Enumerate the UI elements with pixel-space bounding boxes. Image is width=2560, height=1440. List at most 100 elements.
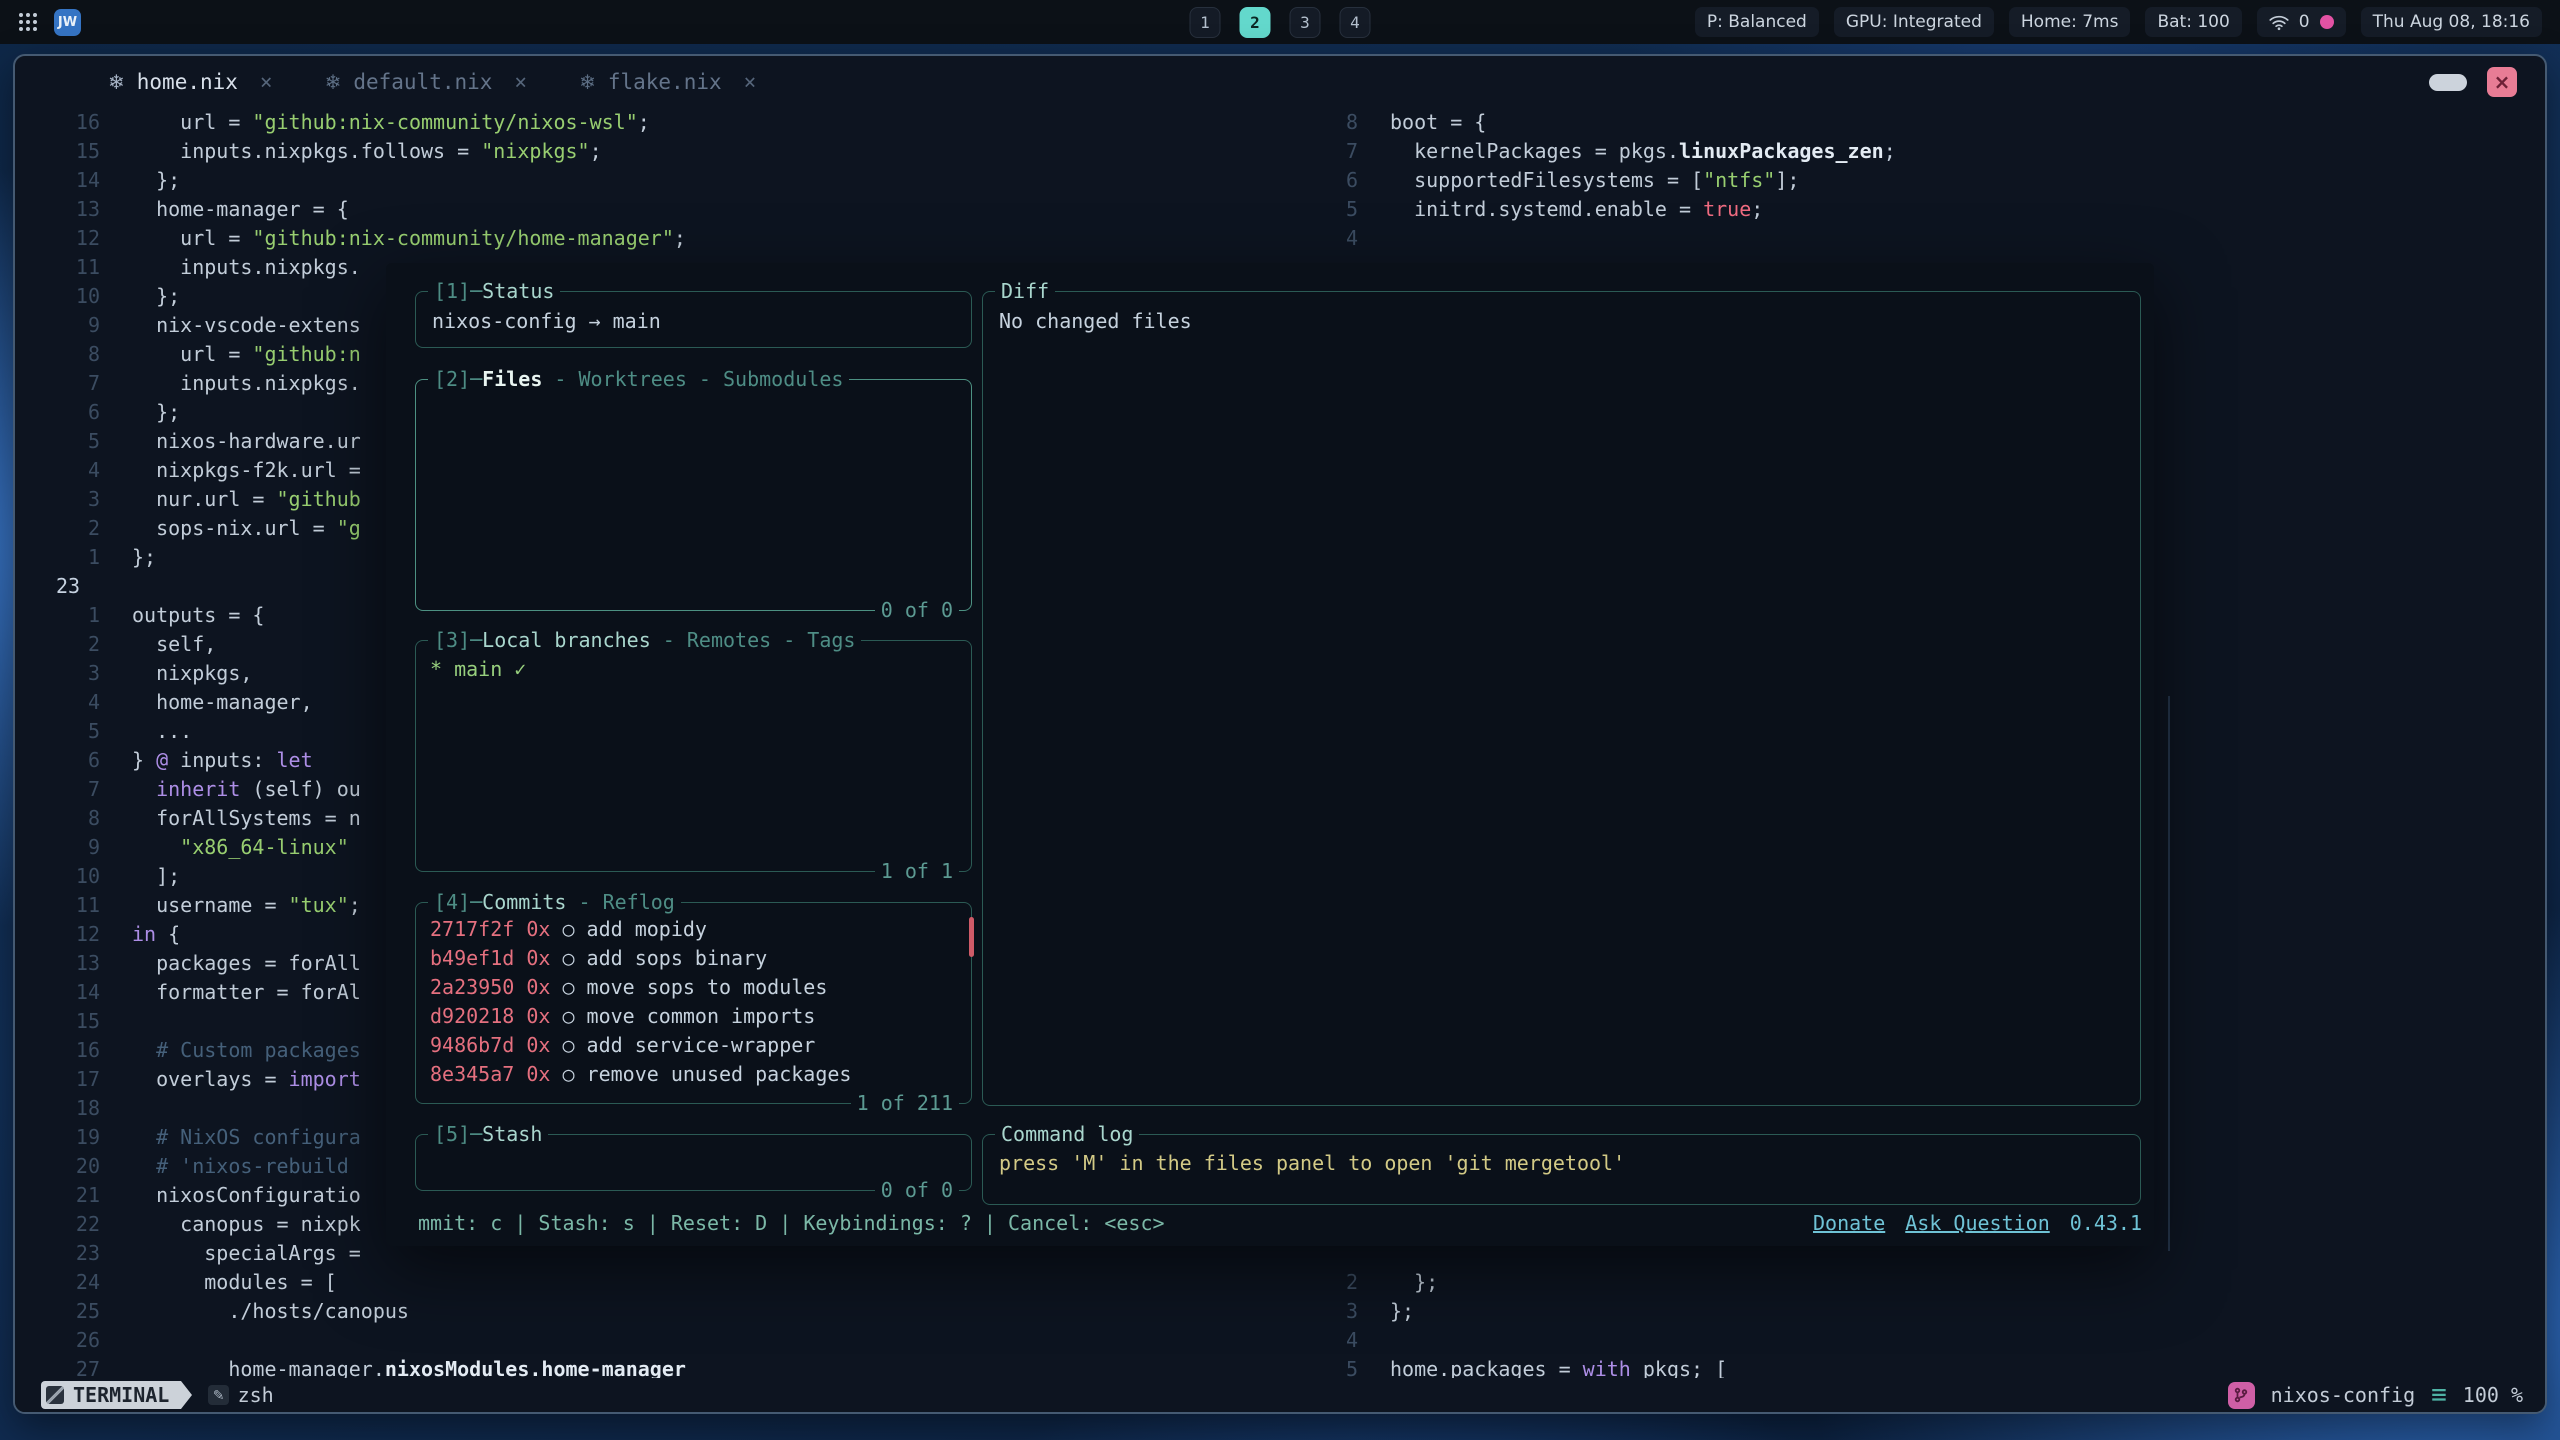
command-log-content: press 'M' in the files panel to open 'gi… <box>983 1135 2140 1193</box>
lazygit-footer-right: Donate Ask Question 0.43.1 <box>1813 1209 2142 1238</box>
ping-pill[interactable]: Home: 7ms <box>2009 7 2131 37</box>
line-number: 12 <box>15 920 100 949</box>
line-number: 5 <box>1273 1355 1358 1378</box>
branch-item[interactable]: * main ✓ <box>430 655 957 684</box>
line-number: 5 <box>15 427 100 456</box>
tab-label: home.nix <box>137 70 238 94</box>
line-number: 7 <box>15 775 100 804</box>
system-tray[interactable]: 0 <box>2257 7 2346 37</box>
commit-item[interactable]: 9486b7d 0x ○ add service-wrapper <box>430 1031 961 1060</box>
commit-item[interactable]: b49ef1d 0x ○ add sops binary <box>430 944 961 973</box>
panel-title: [3]─Local branches - Remotes - Tags <box>428 626 861 655</box>
line-number: 3 <box>15 485 100 514</box>
commit-item[interactable]: 2717f2f 0x ○ add mopidy <box>430 915 961 944</box>
line-number: 24 <box>15 1268 100 1297</box>
keyboard-layout-badge[interactable]: JW <box>54 9 81 36</box>
line-number: 4 <box>15 456 100 485</box>
tab-flake-nix[interactable]: ❄ flake.nix × <box>579 70 756 94</box>
git-session-icon <box>2228 1382 2255 1409</box>
panel-count: 0 of 0 <box>875 1176 959 1205</box>
editor-line[interactable]: 8boot = { <box>1273 108 2545 137</box>
editor-line[interactable]: 4 <box>1273 224 2545 253</box>
pin-toggle[interactable] <box>2429 74 2467 91</box>
workspace-2[interactable]: 2 <box>1240 7 1271 38</box>
workspace-3[interactable]: 3 <box>1290 7 1321 38</box>
line-number: 20 <box>15 1152 100 1181</box>
gpu-pill[interactable]: GPU: Integrated <box>1834 7 1994 37</box>
editor-line[interactable]: 6 supportedFilesystems = ["ntfs"]; <box>1273 166 2545 195</box>
lazygit-footer: mmit: c | Stash: s | Reset: D | Keybindi… <box>418 1209 2142 1238</box>
editor-line[interactable]: 3}; <box>1273 1297 2545 1326</box>
line-number: 6 <box>15 398 100 427</box>
battery-pill[interactable]: Bat: 100 <box>2145 7 2241 37</box>
powerline-separator-icon <box>181 1381 192 1409</box>
session-name[interactable]: nixos-config <box>2271 1383 2416 1407</box>
line-number: 25 <box>15 1297 100 1326</box>
tab-default-nix[interactable]: ❄ default.nix × <box>325 70 528 94</box>
nix-snowflake-icon: ❄ <box>108 70 125 94</box>
line-number: 4 <box>1273 224 1358 253</box>
tab-close-icon[interactable]: × <box>260 70 273 94</box>
shell-tab[interactable]: ✎ zsh <box>208 1383 273 1407</box>
editor-area: 16 url = "github:nix-community/nixos-wsl… <box>15 108 2545 1378</box>
donate-link[interactable]: Donate <box>1813 1209 1885 1238</box>
tab-label: default.nix <box>353 70 492 94</box>
line-number: 13 <box>15 949 100 978</box>
workspace-4[interactable]: 4 <box>1340 7 1371 38</box>
menu-icon[interactable]: ≡ <box>2431 1382 2447 1408</box>
editor-line[interactable]: 5 initrd.systemd.enable = true; <box>1273 195 2545 224</box>
notification-count: 0 <box>2299 12 2310 32</box>
lazygit-overlay: [1]─Status nixos-config → main [2]─Files… <box>386 263 2154 1246</box>
ask-question-link[interactable]: Ask Question <box>1905 1209 2050 1238</box>
panel-count: 1 of 211 <box>851 1089 959 1118</box>
line-number: 7 <box>1273 137 1358 166</box>
commit-item[interactable]: d920218 0x ○ move common imports <box>430 1002 961 1031</box>
power-profile-pill[interactable]: P: Balanced <box>1695 7 1819 37</box>
app-grid-icon[interactable] <box>18 12 38 32</box>
workspace-switcher: 1 2 3 4 <box>1190 7 1371 38</box>
lazygit-diff-panel[interactable]: Diff No changed files <box>982 291 2141 1106</box>
clock[interactable]: Thu Aug 08, 18:16 <box>2361 7 2542 37</box>
lazygit-branches-panel[interactable]: [3]─Local branches - Remotes - Tags * ma… <box>415 640 972 872</box>
line-number: 2 <box>15 630 100 659</box>
line-number: 15 <box>15 137 100 166</box>
line-number: 16 <box>15 1036 100 1065</box>
tab-home-nix[interactable]: ❄ home.nix × <box>108 70 273 94</box>
topbar-left: JW <box>18 9 81 36</box>
line-number: 12 <box>15 224 100 253</box>
editor-line[interactable]: 4 <box>1273 1326 2545 1355</box>
workspace-1[interactable]: 1 <box>1190 7 1221 38</box>
line-number: 2 <box>15 514 100 543</box>
line-number: 11 <box>15 891 100 920</box>
line-number: 23 <box>15 572 100 601</box>
line-number: 9 <box>15 311 100 340</box>
tab-close-icon[interactable]: × <box>744 70 757 94</box>
panel-title: Command log <box>995 1120 1139 1149</box>
window-close-button[interactable]: × <box>2487 67 2517 97</box>
terminal-icon <box>46 1386 64 1404</box>
editor-line[interactable]: 5home.packages = with pkgs; [ <box>1273 1355 2545 1378</box>
edit-icon: ✎ <box>208 1385 228 1405</box>
line-number: 22 <box>15 1210 100 1239</box>
topbar: JW 1 2 3 4 P: Balanced GPU: Integrated H… <box>0 0 2560 44</box>
line-number: 9 <box>15 833 100 862</box>
desktop: JW 1 2 3 4 P: Balanced GPU: Integrated H… <box>0 0 2560 1440</box>
lazygit-commits-panel[interactable]: [4]─Commits - Reflog 2717f2f 0x ○ add mo… <box>415 902 972 1104</box>
lazygit-files-panel[interactable]: [2]─Files - Worktrees - Submodules 0 of … <box>415 379 972 611</box>
lazygit-status-panel[interactable]: [1]─Status nixos-config → main <box>415 291 972 348</box>
line-number: 14 <box>15 166 100 195</box>
line-number: 6 <box>1273 166 1358 195</box>
editor-line[interactable]: 7 kernelPackages = pkgs.linuxPackages_ze… <box>1273 137 2545 166</box>
panel-title: [1]─Status <box>428 277 560 306</box>
commits-scrollbar[interactable] <box>969 917 974 957</box>
editor-line[interactable]: 2 }; <box>1273 1268 2545 1297</box>
commit-item[interactable]: 8e345a7 0x ○ remove unused packages <box>430 1060 961 1089</box>
line-number: 3 <box>1273 1297 1358 1326</box>
lazygit-stash-panel[interactable]: [5]─Stash 0 of 0 <box>415 1134 972 1191</box>
commit-item[interactable]: 2a23950 0x ○ move sops to modules <box>430 973 961 1002</box>
line-number: 19 <box>15 1123 100 1152</box>
lazygit-command-log-panel[interactable]: Command log press 'M' in the files panel… <box>982 1134 2141 1205</box>
tab-close-icon[interactable]: × <box>514 70 527 94</box>
tab-label: flake.nix <box>608 70 722 94</box>
line-number: 7 <box>15 369 100 398</box>
